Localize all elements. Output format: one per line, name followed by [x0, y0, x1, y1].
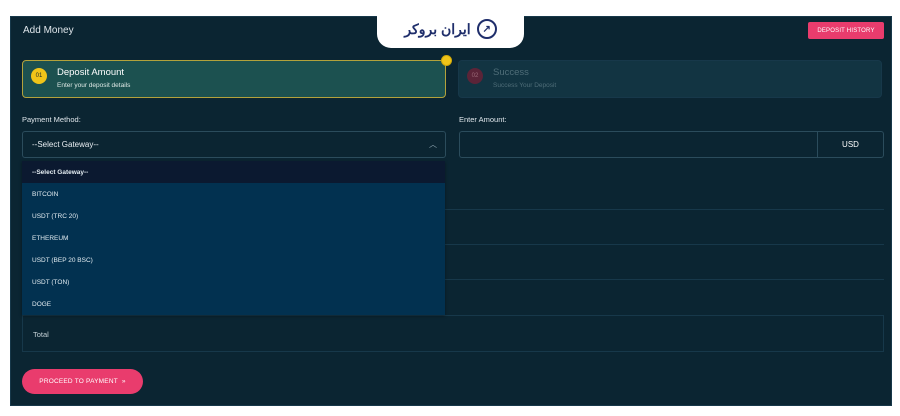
total-label: Total: [33, 330, 49, 339]
select-value: --Select Gateway--: [32, 140, 99, 149]
payment-gateway-select[interactable]: --Select Gateway-- ︿: [22, 131, 446, 158]
step-subtitle: Success Your Deposit: [493, 82, 557, 89]
step-title: Deposit Amount: [57, 67, 125, 78]
active-step-indicator: [441, 55, 452, 66]
step-number: 02: [467, 68, 483, 84]
step-title: Success: [493, 67, 529, 78]
gateway-dropdown-list: --Select Gateway-- BITCOIN USDT (TRC 20)…: [22, 161, 445, 315]
proceed-to-payment-button[interactable]: PROCEED TO PAYMENT »: [22, 369, 143, 394]
step-number: 01: [31, 68, 47, 84]
logo-text: ایران بروکر: [404, 20, 471, 37]
dropdown-option[interactable]: USDT (TON): [22, 271, 445, 293]
dropdown-option[interactable]: USDT (BEP 20 BSC): [22, 249, 445, 271]
page-title: Add Money: [23, 25, 74, 36]
amount-input[interactable]: [459, 131, 817, 158]
enter-amount-label: Enter Amount:: [459, 115, 507, 124]
payment-method-label: Payment Method:: [22, 115, 81, 124]
step-deposit-amount: 01 Deposit Amount Enter your deposit det…: [22, 60, 446, 98]
chart-trend-icon: ↗: [476, 19, 497, 39]
dropdown-option[interactable]: DOGE: [22, 293, 445, 315]
add-money-panel: Add Money ایران بروکر ↗ DEPOSIT HISTORY …: [10, 10, 892, 406]
currency-label: USD: [817, 131, 884, 158]
total-row: [22, 315, 884, 352]
dropdown-option[interactable]: USDT (TRC 20): [22, 205, 445, 227]
proceed-label: PROCEED TO PAYMENT: [39, 378, 118, 385]
deposit-history-button[interactable]: DEPOSIT HISTORY: [808, 22, 884, 39]
chevron-up-icon: ︿: [429, 140, 437, 149]
dropdown-option[interactable]: ETHEREUM: [22, 227, 445, 249]
dropdown-option[interactable]: --Select Gateway--: [22, 161, 445, 183]
double-chevron-right-icon: »: [121, 378, 126, 385]
dropdown-option[interactable]: BITCOIN: [22, 183, 445, 205]
step-success: 02 Success Success Your Deposit: [458, 60, 882, 98]
brand-logo: ایران بروکر ↗: [377, 10, 524, 48]
step-subtitle: Enter your deposit details: [57, 82, 131, 89]
